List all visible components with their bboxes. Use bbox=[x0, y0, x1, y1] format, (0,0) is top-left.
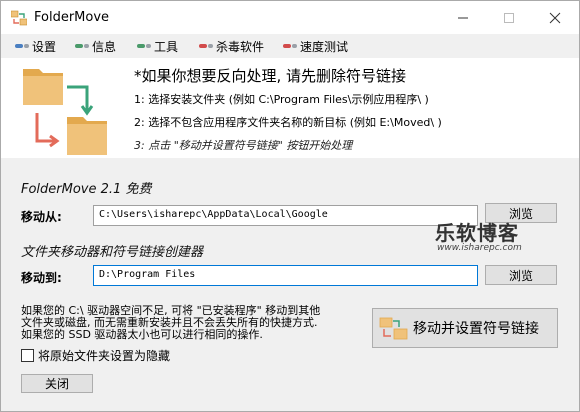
instruction-step-2: 2: 选择不包含应用程序文件夹名称的新目标 (例如 E:\Moved\ ) bbox=[134, 116, 442, 129]
move-from-label: 移动从: bbox=[21, 210, 62, 224]
reverse-hint-heading: *如果你想要反向处理, 请先删除符号链接 bbox=[134, 67, 407, 85]
move-to-input[interactable]: D:\Program Files bbox=[93, 265, 478, 286]
menu-label: 设置 bbox=[32, 39, 57, 54]
title-bar: FolderMove bbox=[1, 1, 579, 34]
menu-speed-test[interactable]: 速度测试 bbox=[283, 37, 348, 55]
folder-move-icon bbox=[379, 317, 408, 340]
move-to-label: 移动到: bbox=[21, 271, 62, 285]
hide-original-label: 将原始文件夹设置为隐藏 bbox=[38, 349, 171, 363]
browse-to-button[interactable]: 浏览 bbox=[485, 265, 557, 285]
menu-label: 杀毒软件 bbox=[216, 39, 265, 54]
minimize-button[interactable] bbox=[441, 1, 485, 34]
move-button-label: 移动并设置符号链接 bbox=[413, 321, 539, 337]
menu-bullet-icon bbox=[15, 44, 29, 48]
move-and-symlink-button[interactable]: 移动并设置符号链接 bbox=[372, 308, 558, 348]
watermark-title: 乐软博客 bbox=[435, 221, 519, 245]
app-subtitle-label: 文件夹移动器和符号链接创建器 bbox=[21, 245, 204, 260]
menu-bullet-icon bbox=[75, 44, 89, 48]
info-text: 如果您的 C:\ 驱动器空间不足, 可将 "已安装程序" 移动到其他 文件夹或磁… bbox=[21, 305, 371, 341]
hide-original-checkbox[interactable] bbox=[21, 349, 34, 362]
instruction-step-3: 3: 点击 "移动并设置符号链接" 按钮开始处理 bbox=[134, 139, 353, 152]
menu-bullet-icon bbox=[283, 44, 297, 48]
close-icon bbox=[549, 12, 561, 23]
menu-bar: 设置 信息 工具 杀毒软件 速度测试 bbox=[1, 34, 579, 58]
menu-bullet-icon bbox=[199, 44, 213, 48]
watermark-logo: 乐软博客 www.isharepc.com bbox=[435, 217, 555, 259]
menu-label: 速度测试 bbox=[300, 39, 349, 54]
watermark-url: www.isharepc.com bbox=[437, 243, 522, 253]
instruction-step-1: 1: 选择安装文件夹 (例如 C:\Program Files\示例应用程序\ … bbox=[134, 93, 429, 106]
window-title: FolderMove bbox=[34, 10, 110, 25]
folder-move-illustration-icon bbox=[23, 69, 107, 155]
maximize-icon bbox=[504, 12, 514, 23]
menu-antivirus[interactable]: 杀毒软件 bbox=[199, 37, 264, 55]
hide-original-option[interactable]: 将原始文件夹设置为隐藏 bbox=[21, 347, 170, 364]
close-window-button[interactable] bbox=[533, 1, 577, 34]
info-line: 如果您的 SSD 驱动器太小也可以进行相同的操作. bbox=[21, 328, 263, 341]
menu-settings[interactable]: 设置 bbox=[15, 37, 56, 55]
menu-bullet-icon bbox=[137, 44, 151, 48]
app-version-label: FolderMove 2.1 免费 bbox=[21, 182, 152, 197]
menu-label: 工具 bbox=[154, 39, 179, 54]
menu-tools[interactable]: 工具 bbox=[137, 37, 178, 55]
menu-info[interactable]: 信息 bbox=[75, 37, 116, 55]
menu-label: 信息 bbox=[92, 39, 117, 54]
close-button[interactable]: 关闭 bbox=[21, 374, 93, 393]
move-from-input[interactable]: C:\Users\isharepc\AppData\Local\Google bbox=[93, 205, 478, 226]
app-icon bbox=[10, 10, 28, 26]
maximize-button[interactable] bbox=[487, 1, 531, 34]
app-window: FolderMove 设置 信息 工具 杀毒软件 速度测试 *如果你想要反向处理… bbox=[0, 0, 580, 412]
minimize-icon bbox=[458, 17, 468, 18]
